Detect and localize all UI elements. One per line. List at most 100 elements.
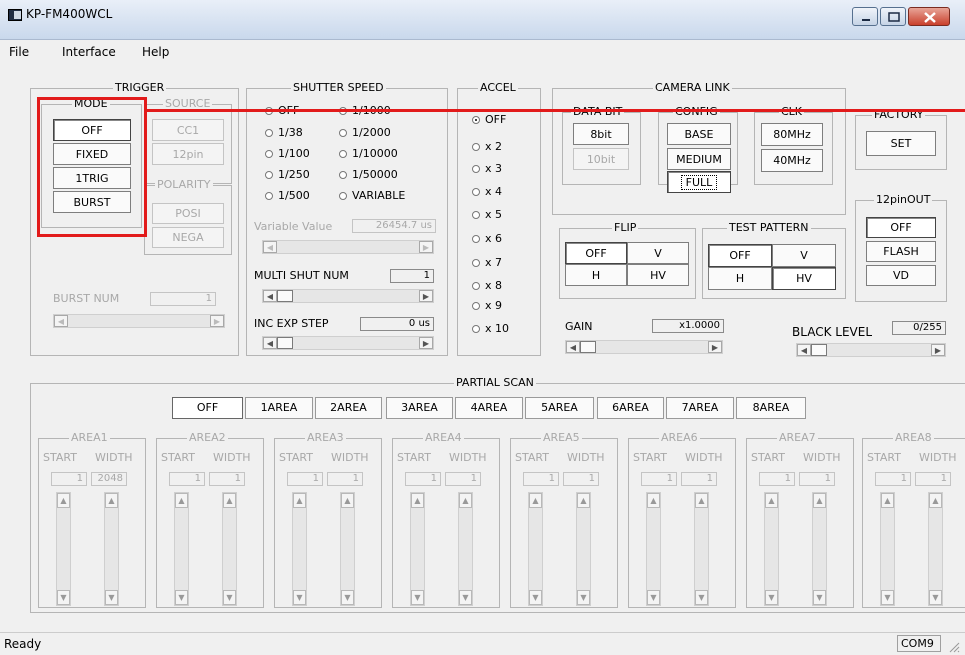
black-level-scrollbar[interactable]: ◀ ▶ [796,343,946,357]
multi-shut-num-label: MULTI SHUT NUM [254,269,349,282]
area1-start-scrollbar[interactable]: ▲ ▼ [56,492,71,606]
tab-1area[interactable]: 1AREA [245,397,313,419]
area2-start-label: START [161,451,195,464]
accel-off-radio[interactable]: OFF [472,113,506,126]
tab-5area[interactable]: 5AREA [525,397,594,419]
flip-title: FLIP [612,221,639,234]
12pinout-flash-button[interactable]: FLASH [866,241,936,262]
area2-width-scrollbar[interactable]: ▲ ▼ [222,492,237,606]
accel-x10-radio[interactable]: x 10 [472,322,509,335]
minimize-button[interactable] [852,7,878,26]
area7-start-scrollbar[interactable]: ▲ ▼ [764,492,779,606]
tab-6area[interactable]: 6AREA [597,397,664,419]
12pinout-off-button[interactable]: OFF [866,217,936,238]
area1-group: AREA1 START WIDTH 1 2048 ▲ ▼ ▲ ▼ [38,431,146,608]
area3-start-scrollbar[interactable]: ▲ ▼ [292,492,307,606]
clk-80mhz-button[interactable]: 80MHz [761,123,823,146]
data-bit-8bit-button[interactable]: 8bit [573,123,629,145]
area6-group: AREA6 START WIDTH 1 1 ▲ ▼ ▲ ▼ [628,431,736,608]
polarity-posi-button[interactable]: POSI [152,203,224,224]
config-base-button[interactable]: BASE [667,123,731,145]
burst-num-scrollbar[interactable]: ◀ ▶ [53,314,225,328]
com-port-indicator: COM9 [897,635,941,652]
config-medium-button[interactable]: MEDIUM [667,148,731,170]
menu-file[interactable]: File [9,45,29,59]
area3-start-label: START [279,451,313,464]
gain-scrollbar[interactable]: ◀ ▶ [565,340,723,354]
flip-hv-button[interactable]: HV [627,264,689,286]
accel-group: ACCEL [457,81,541,356]
area7-width-scrollbar[interactable]: ▲ ▼ [812,492,827,606]
shutter-1-100-radio[interactable]: 1/100 [265,147,310,160]
minimize-icon [862,19,870,21]
area3-width-scrollbar[interactable]: ▲ ▼ [340,492,355,606]
config-full-button[interactable]: FULL [667,171,731,193]
multi-shut-num-scrollbar[interactable]: ◀ ▶ [262,289,434,303]
accel-x2-radio[interactable]: x 2 [472,140,502,153]
tab-8area[interactable]: 8AREA [736,397,806,419]
area4-start-scrollbar[interactable]: ▲ ▼ [410,492,425,606]
test-pattern-hv-button[interactable]: HV [772,267,836,290]
test-pattern-title: TEST PATTERN [727,221,811,234]
flip-v-button[interactable]: V [627,242,689,264]
flip-off-button[interactable]: OFF [565,242,627,264]
flip-h-button[interactable]: H [565,264,627,286]
area6-width-scrollbar[interactable]: ▲ ▼ [694,492,709,606]
data-bit-10bit-button[interactable]: 10bit [573,148,629,170]
tab-2area[interactable]: 2AREA [315,397,382,419]
area5-start-scrollbar[interactable]: ▲ ▼ [528,492,543,606]
resize-grip-icon[interactable] [948,641,960,653]
shutter-1-38-radio[interactable]: 1/38 [265,126,303,139]
shutter-1-2000-radio[interactable]: 1/2000 [339,126,391,139]
shutter-1-250-radio[interactable]: 1/250 [265,168,310,181]
shutter-1-10000-radio[interactable]: 1/10000 [339,147,398,160]
area6-start-scrollbar[interactable]: ▲ ▼ [646,492,661,606]
test-pattern-h-button[interactable]: H [708,267,772,290]
area5-width-scrollbar[interactable]: ▲ ▼ [576,492,591,606]
shutter-variable-radio[interactable]: VARIABLE [339,189,405,202]
tab-4area[interactable]: 4AREA [455,397,523,419]
area4-width-scrollbar[interactable]: ▲ ▼ [458,492,473,606]
area7-start-label: START [751,451,785,464]
clk-40mhz-button[interactable]: 40MHz [761,149,823,172]
accel-x3-radio[interactable]: x 3 [472,162,502,175]
area8-width-scrollbar[interactable]: ▲ ▼ [928,492,943,606]
accel-x6-radio[interactable]: x 6 [472,232,502,245]
area4-title: AREA4 [423,431,464,444]
accel-x9-radio[interactable]: x 9 [472,299,502,312]
variable-value-label: Variable Value [254,220,333,233]
inc-exp-step-scrollbar[interactable]: ◀ ▶ [262,336,434,350]
source-cc1-button[interactable]: CC1 [152,119,224,141]
camera-link-title: CAMERA LINK [653,81,732,94]
factory-set-button[interactable]: SET [866,131,936,156]
area3-width-value: 1 [327,472,363,486]
area1-start-label: START [43,451,77,464]
menu-interface[interactable]: Interface [62,45,116,59]
accel-x5-radio[interactable]: x 5 [472,208,502,221]
source-12pin-button[interactable]: 12pin [152,143,224,165]
tab-3area[interactable]: 3AREA [386,397,453,419]
shutter-1-500-radio[interactable]: 1/500 [265,189,310,202]
test-pattern-v-button[interactable]: V [772,244,836,267]
area8-start-scrollbar[interactable]: ▲ ▼ [880,492,895,606]
variable-value-scrollbar[interactable]: ◀ ▶ [262,240,434,254]
accel-x4-radio[interactable]: x 4 [472,185,502,198]
title-bar[interactable] [0,0,965,40]
12pinout-vd-button[interactable]: VD [866,265,936,286]
area2-start-scrollbar[interactable]: ▲ ▼ [174,492,189,606]
area1-width-scrollbar[interactable]: ▲ ▼ [104,492,119,606]
test-pattern-off-button[interactable]: OFF [708,244,772,267]
close-button[interactable] [908,7,950,26]
area6-start-label: START [633,451,667,464]
tab-off[interactable]: OFF [172,397,243,419]
menu-help[interactable]: Help [142,45,169,59]
polarity-nega-button[interactable]: NEGA [152,227,224,248]
area8-group: AREA8 START WIDTH 1 1 ▲ ▼ ▲ ▼ [862,431,965,608]
maximize-button[interactable] [880,7,906,26]
tab-7area[interactable]: 7AREA [666,397,734,419]
area8-width-value: 1 [915,472,951,486]
accel-x8-radio[interactable]: x 8 [472,279,502,292]
shutter-1-50000-radio[interactable]: 1/50000 [339,168,398,181]
accel-x7-radio[interactable]: x 7 [472,256,502,269]
gain-label: GAIN [565,320,593,333]
